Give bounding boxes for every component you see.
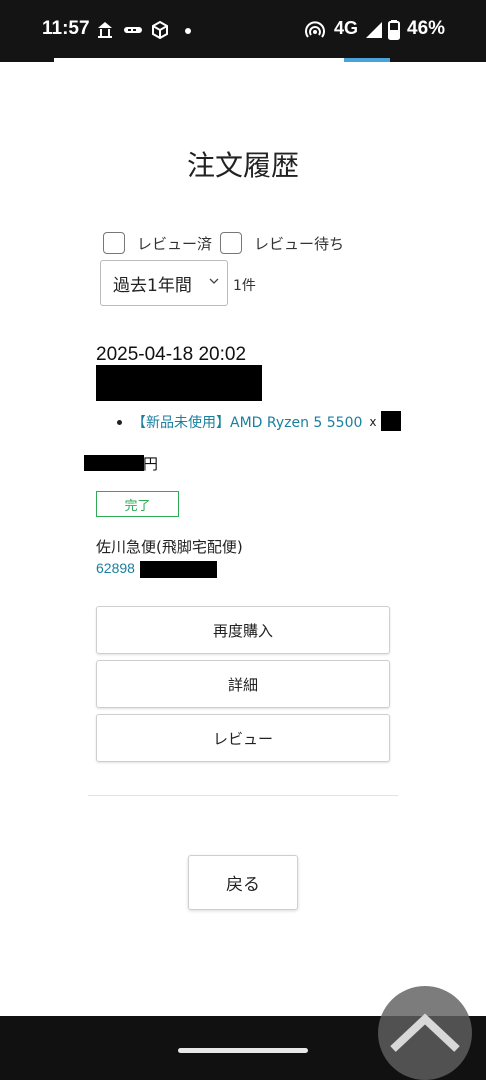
network-type: 4G [334, 18, 359, 38]
order-item: 【新品未使用】AMD Ryzen 5 5500 x [117, 412, 377, 432]
battery-icon [388, 20, 400, 40]
header-accent [344, 58, 390, 62]
battery-percent: 46% [407, 18, 446, 39]
carrier-name: 佐川急便(飛脚宅配便) [96, 538, 243, 556]
item-link[interactable]: 【新品未使用】AMD Ryzen 5 5500 [132, 412, 362, 432]
hotspot-icon [305, 21, 325, 38]
temple-icon [98, 22, 112, 38]
header-underline [54, 58, 390, 62]
pending-review-label: レビュー待ち [254, 234, 345, 253]
details-button[interactable]: 詳細 [96, 660, 390, 708]
chevron-up-icon [390, 1013, 460, 1052]
divider [88, 795, 398, 796]
order-count: 1件 [233, 278, 256, 294]
page-title: 注文履歴 [186, 149, 299, 182]
dot-icon [185, 28, 191, 34]
tracking-number-link[interactable]: 62898 [96, 560, 135, 576]
review-filter-row: レビュー済 レビュー待ち [103, 232, 352, 254]
reviewed-checkbox[interactable] [103, 232, 125, 254]
status-bar: 11:57 4G 46% [0, 0, 486, 62]
pending-review-checkbox[interactable] [220, 232, 243, 254]
redacted-quantity [381, 411, 401, 431]
home-handle[interactable] [178, 1048, 308, 1053]
scroll-to-top-button[interactable] [378, 986, 472, 1080]
redacted-order-number [96, 365, 262, 401]
period-select[interactable]: 過去1年間 [100, 260, 228, 306]
back-button[interactable]: 戻る [188, 855, 298, 910]
period-select-value: 過去1年間 [113, 275, 192, 296]
order-date: 2025-04-18 20:02 [96, 344, 247, 365]
reviewed-label: レビュー済 [137, 234, 213, 253]
redacted-price [84, 455, 144, 471]
review-button[interactable]: レビュー [96, 714, 390, 762]
quantity-prefix: x [369, 415, 377, 429]
bullet [117, 419, 122, 425]
train-icon [124, 27, 142, 33]
status-time: 11:57 [42, 18, 90, 39]
chevron-down-icon [209, 278, 219, 284]
price-suffix: 円 [143, 455, 159, 473]
status-badge: 完了 [96, 491, 179, 517]
redacted-tracking [140, 561, 217, 578]
cube-icon [152, 20, 168, 40]
rebuy-button[interactable]: 再度購入 [96, 606, 390, 654]
signal-icon [366, 22, 382, 38]
